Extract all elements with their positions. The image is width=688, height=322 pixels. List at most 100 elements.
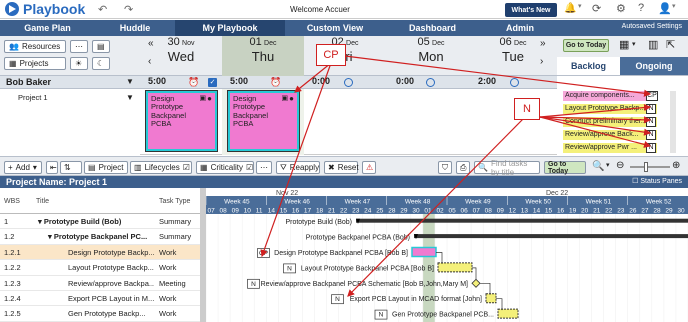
- day-month: Dec: [514, 40, 527, 47]
- tab-custom-view[interactable]: Custom View: [285, 20, 385, 36]
- summary-bar: [414, 234, 688, 239]
- plus-circle-icon[interactable]: ⊕: [672, 160, 680, 171]
- warning-button[interactable]: ⚠: [362, 161, 376, 174]
- chevron-down-icon[interactable]: ▾: [632, 40, 636, 48]
- move-icon: ⇅: [64, 163, 71, 172]
- bar-label: Export PCB Layout in MCAD format [John]: [350, 296, 482, 303]
- checkbox-checked[interactable]: ✓: [208, 78, 217, 87]
- table-row[interactable]: 1.2.5 Gen Prototype Backp... Work: [0, 306, 200, 322]
- status-panes-toggle[interactable]: ☐ Status Panes: [632, 176, 682, 188]
- undo-icon[interactable]: ↶: [98, 3, 107, 16]
- search-icon: 🔍: [478, 163, 488, 172]
- table-row[interactable]: 1.2.2 Layout Prototype Backp... Work: [0, 260, 200, 276]
- task-card[interactable]: Design Prototype Backpanel PCBA ▣ ●: [145, 90, 218, 152]
- backlog-item[interactable]: Conduct preliminary ther...: [563, 117, 657, 127]
- day-column-1[interactable]: 01 Dec Thu: [222, 36, 304, 76]
- chevron-down-icon[interactable]: ▼: [126, 77, 134, 86]
- print-button[interactable]: ⎙: [456, 161, 470, 174]
- task-card[interactable]: Design Prototype Backpanel PCBA ▣ ●: [227, 90, 300, 152]
- minus-icon[interactable]: ⊖: [616, 160, 624, 171]
- day-column-0[interactable]: 30 Nov Wed: [140, 36, 222, 76]
- reapply-button[interactable]: ⛛ Reapply: [276, 161, 320, 174]
- table-row[interactable]: 1.2 ▾ Prototype Backpanel PC... Summary: [0, 229, 200, 245]
- backlog-item[interactable]: Review/approve Pwr ...: [563, 143, 657, 153]
- column-header-task-type[interactable]: Task Type: [159, 198, 190, 205]
- tab-my-playbook[interactable]: My Playbook: [175, 20, 285, 36]
- tab-backlog[interactable]: Backlog: [557, 57, 620, 75]
- folder-button[interactable]: ▤: [92, 40, 110, 53]
- status-circle-icon[interactable]: [510, 78, 519, 87]
- day-number: 05: [417, 36, 430, 48]
- resources-button[interactable]: 👥 Resources: [4, 40, 66, 53]
- zoom-out-icon[interactable]: 🔍: [592, 161, 604, 172]
- chevron-down-icon[interactable]: ▾: [672, 2, 676, 10]
- collapse-icon[interactable]: ⇱: [666, 38, 675, 51]
- filter-button[interactable]: ⛉: [438, 161, 452, 174]
- projects-button[interactable]: ▦ Projects: [4, 57, 66, 70]
- tab-huddle[interactable]: Huddle: [95, 20, 175, 36]
- more-button[interactable]: ⋯: [256, 161, 272, 174]
- backlog-item[interactable]: Layout Prototype Backp...: [563, 104, 657, 114]
- chevron-down-icon[interactable]: ▾: [578, 2, 582, 10]
- backlog-item[interactable]: Review/approve Back...: [563, 130, 657, 140]
- project-label: Project 1: [18, 93, 48, 102]
- moon-button[interactable]: ☾: [92, 57, 110, 70]
- status-panes-label: Status Panes: [640, 178, 682, 185]
- status-circle-icon[interactable]: [344, 78, 353, 87]
- tab-admin[interactable]: Admin: [480, 20, 560, 36]
- day-month: Dec: [346, 40, 359, 47]
- task-bar: [437, 262, 473, 273]
- zoom-slider-handle[interactable]: [644, 162, 648, 172]
- dependency-line: [436, 252, 443, 264]
- gantt-go-to-today-button[interactable]: Go to Today: [544, 161, 586, 175]
- table-row[interactable]: 1 ▾ Prototype Build (Bob) Summary: [0, 214, 200, 230]
- day-column-3[interactable]: 05 Dec Mon: [390, 36, 472, 76]
- calendar-icon[interactable]: ▦: [619, 38, 629, 51]
- status-circle-icon[interactable]: [426, 78, 435, 87]
- layout-icon[interactable]: ▥: [648, 38, 658, 51]
- timeline-header: Nov 22 Dec 22 Week 45 Week 46 Week 47 Week 48…: [206, 188, 688, 214]
- bell-icon[interactable]: 🔔: [564, 3, 576, 14]
- user-icon[interactable]: 👤: [658, 2, 672, 15]
- find-tasks-input[interactable]: 🔍 Find tasks by title: [474, 159, 540, 177]
- task-type-cell: Work: [159, 294, 177, 303]
- week-label: Week 49: [465, 199, 491, 206]
- chevron-down-icon[interactable]: ▼: [126, 93, 134, 102]
- day-number: 06: [499, 36, 512, 48]
- tab-dashboard[interactable]: Dashboard: [385, 20, 480, 36]
- move-button[interactable]: ⇅: [60, 161, 82, 174]
- more-button[interactable]: ⋯: [70, 40, 88, 53]
- task-bar: [497, 308, 519, 319]
- table-row[interactable]: 1.2.1 Design Prototype Backp... Work: [0, 244, 200, 261]
- criticality-toggle[interactable]: ▦ Criticality ☑: [196, 161, 254, 174]
- whats-new-button[interactable]: What's New: [505, 3, 557, 17]
- refresh-icon[interactable]: ⟳: [592, 2, 601, 15]
- column-header-title[interactable]: Title: [36, 198, 49, 205]
- n-badge: N: [646, 104, 656, 114]
- question-icon[interactable]: ?: [638, 2, 644, 14]
- table-row[interactable]: 1.2.4 Export PCB Layout in M... Work: [0, 291, 200, 307]
- tab-ongoing[interactable]: Ongoing: [620, 57, 688, 75]
- column-header-wbs[interactable]: WBS: [4, 198, 20, 205]
- chevron-down-icon[interactable]: ▾: [606, 161, 610, 169]
- chevron-right-icon[interactable]: »: [540, 38, 546, 49]
- autosaved-settings[interactable]: Autosaved Settings: [622, 23, 682, 30]
- tab-game-plan[interactable]: Game Plan: [0, 20, 95, 36]
- reapply-label: Reapply: [289, 163, 320, 172]
- sun-button[interactable]: ☀: [70, 57, 88, 70]
- go-to-today-button[interactable]: Go to Today: [563, 39, 609, 52]
- settings-icon[interactable]: ⚙: [616, 2, 626, 15]
- app-logo[interactable]: Playbook: [4, 1, 85, 17]
- chevron-right-single-icon[interactable]: ›: [540, 56, 543, 67]
- project-toggle[interactable]: ▤ Project: [84, 161, 128, 174]
- add-button[interactable]: + Add ▾: [4, 161, 42, 174]
- backlog-scrollbar[interactable]: [670, 91, 676, 153]
- zoom-slider[interactable]: [630, 166, 670, 168]
- backlog-item[interactable]: Acquire components...: [563, 91, 657, 101]
- lifecycles-toggle[interactable]: ▥ Lifecycles ☑: [130, 161, 192, 174]
- reset-button[interactable]: ✖ Reset: [324, 161, 359, 174]
- criticality-icon: ▦: [200, 163, 208, 172]
- table-row[interactable]: 1.2.3 Review/approve Backpa... Meeting: [0, 276, 200, 291]
- outdent-button[interactable]: ⇤: [46, 161, 58, 174]
- redo-icon[interactable]: ↷: [124, 3, 133, 16]
